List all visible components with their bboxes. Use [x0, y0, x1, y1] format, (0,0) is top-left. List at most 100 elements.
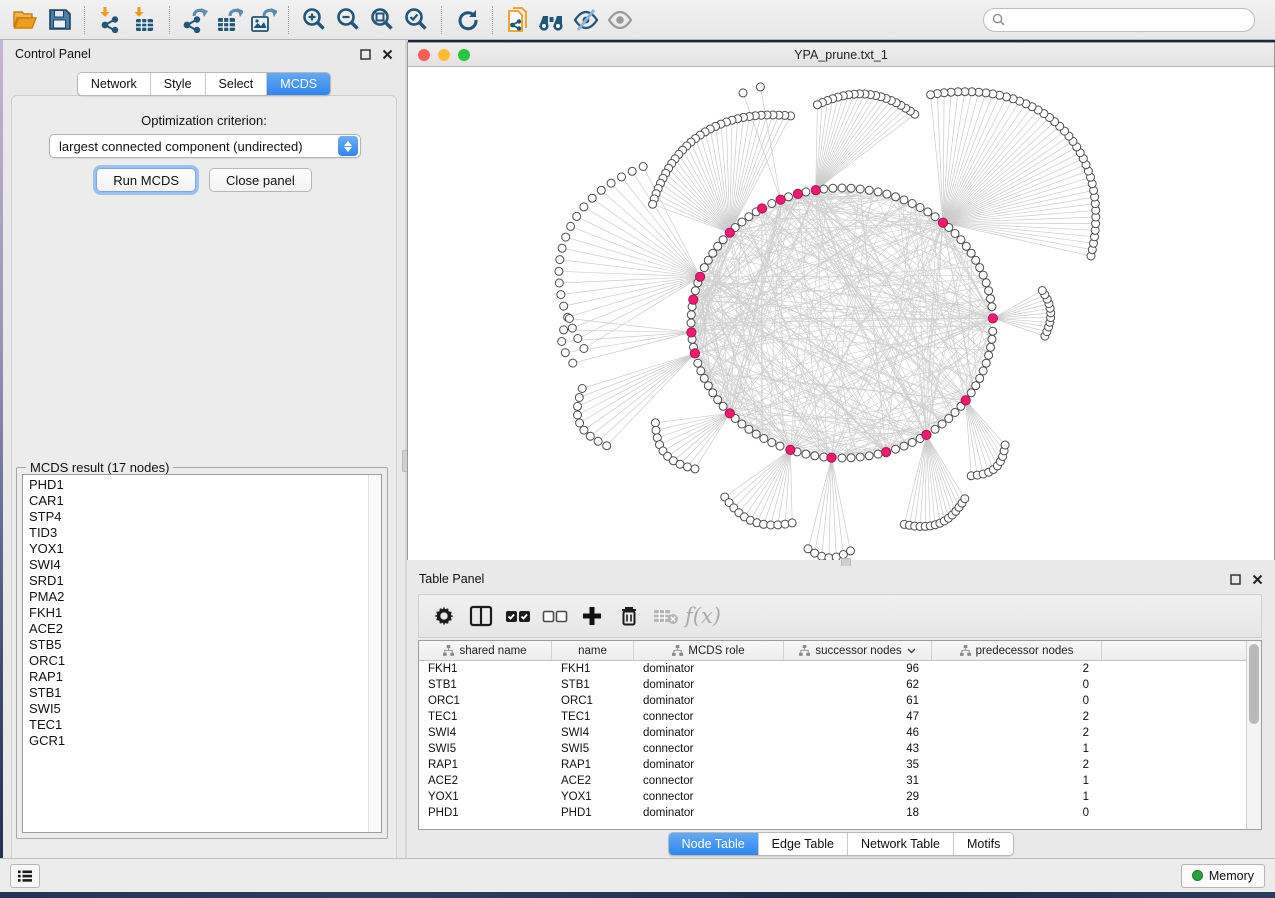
table-cell[interactable]: 61 — [784, 693, 932, 709]
mcds-result-item[interactable]: TID3 — [29, 525, 368, 541]
close-panel-button[interactable]: Close panel — [209, 168, 312, 192]
table-cell[interactable]: SWI5 — [552, 741, 634, 757]
table-cell[interactable]: SWI4 — [419, 725, 552, 741]
mcds-result-item[interactable]: SWI4 — [29, 557, 368, 573]
table-cell[interactable]: ORC1 — [419, 693, 552, 709]
mcds-result-item[interactable]: TEC1 — [29, 717, 368, 733]
table-cell[interactable]: 2 — [932, 757, 1102, 773]
memory-button[interactable]: Memory — [1181, 864, 1265, 888]
table-cell[interactable]: 29 — [784, 789, 932, 805]
hide-selected-icon[interactable] — [569, 4, 603, 36]
zoom-selected-icon[interactable] — [399, 4, 433, 36]
run-mcds-button[interactable]: Run MCDS — [96, 168, 196, 192]
table-cell[interactable]: connector — [634, 709, 784, 725]
table-cell[interactable]: 35 — [784, 757, 932, 773]
table-cell[interactable]: TEC1 — [419, 709, 552, 725]
float-panel-icon[interactable] — [359, 48, 371, 60]
first-neighbors-icon[interactable] — [535, 4, 569, 36]
column-header-predecessor-nodes[interactable]: predecessor nodes — [932, 641, 1102, 660]
create-new-column-icon[interactable] — [577, 601, 607, 631]
mcds-result-item[interactable]: SRD1 — [29, 573, 368, 589]
table-row[interactable]: SWI5SWI5connector431 — [419, 741, 1246, 757]
mcds-result-item[interactable]: CAR1 — [29, 493, 368, 509]
table-cell[interactable]: 1 — [932, 741, 1102, 757]
table-scrollbar[interactable] — [1246, 641, 1261, 829]
zoom-fit-icon[interactable] — [365, 4, 399, 36]
table-cell[interactable]: 2 — [932, 709, 1102, 725]
table-cell[interactable]: dominator — [634, 661, 784, 677]
table-cell[interactable]: 47 — [784, 709, 932, 725]
toggle-split-view-icon[interactable] — [466, 601, 496, 631]
new-network-from-selection-icon[interactable] — [501, 4, 535, 36]
network-canvas[interactable] — [408, 67, 1274, 560]
deselect-all-columns-icon[interactable] — [540, 601, 570, 631]
tab-node-table[interactable]: Node Table — [669, 833, 759, 855]
table-cell[interactable]: YOX1 — [552, 789, 634, 805]
table-cell[interactable]: ACE2 — [419, 773, 552, 789]
table-cell[interactable]: 0 — [932, 693, 1102, 709]
mcds-result-item[interactable]: STB5 — [29, 637, 368, 653]
table-cell[interactable]: dominator — [634, 725, 784, 741]
table-cell[interactable]: STB1 — [552, 677, 634, 693]
table-cell[interactable]: 0 — [932, 805, 1102, 821]
column-header-mcds-role[interactable]: MCDS role — [634, 641, 784, 660]
mcds-result-item[interactable]: SWI5 — [29, 701, 368, 717]
table-cell[interactable]: 0 — [932, 677, 1102, 693]
column-header-successor-nodes[interactable]: successor nodes — [784, 641, 932, 660]
mcds-result-item[interactable]: FKH1 — [29, 605, 368, 621]
scrollbar-thumb[interactable] — [1249, 644, 1259, 724]
mcds-result-item[interactable]: RAP1 — [29, 669, 368, 685]
mcds-result-item[interactable]: PHD1 — [29, 477, 368, 493]
tab-network[interactable]: Network — [78, 73, 151, 95]
mcds-result-item[interactable]: GCR1 — [29, 733, 368, 749]
table-cell[interactable]: 1 — [932, 789, 1102, 805]
tab-select[interactable]: Select — [206, 73, 268, 95]
table-cell[interactable]: connector — [634, 789, 784, 805]
table-cell[interactable]: FKH1 — [419, 661, 552, 677]
export-network-icon[interactable] — [178, 4, 212, 36]
table-cell[interactable]: YOX1 — [419, 789, 552, 805]
mcds-list-scrollbar[interactable] — [368, 475, 381, 832]
table-cell[interactable]: dominator — [634, 693, 784, 709]
tab-motifs[interactable]: Motifs — [954, 833, 1013, 855]
table-cell[interactable]: SWI5 — [419, 741, 552, 757]
show-panel-menu-button[interactable] — [10, 864, 40, 888]
table-cell[interactable]: SWI4 — [552, 725, 634, 741]
select-all-columns-icon[interactable] — [503, 601, 533, 631]
table-cell[interactable]: RAP1 — [552, 757, 634, 773]
delete-columns-icon[interactable] — [614, 601, 644, 631]
search-box[interactable] — [983, 8, 1255, 32]
table-cell[interactable]: 46 — [784, 725, 932, 741]
optimization-criterion-select[interactable]: largest connected component (undirected) — [49, 134, 361, 158]
table-cell[interactable]: connector — [634, 741, 784, 757]
export-image-icon[interactable] — [246, 4, 280, 36]
table-row[interactable]: SWI4SWI4dominator462 — [419, 725, 1246, 741]
column-header-name[interactable]: name — [552, 641, 634, 660]
table-cell[interactable]: dominator — [634, 805, 784, 821]
table-row[interactable]: YOX1YOX1connector291 — [419, 789, 1246, 805]
table-row[interactable]: RAP1RAP1dominator352 — [419, 757, 1246, 773]
table-row[interactable]: TEC1TEC1connector472 — [419, 709, 1246, 725]
table-row[interactable]: FKH1FKH1dominator962 — [419, 661, 1246, 677]
table-cell[interactable]: ORC1 — [552, 693, 634, 709]
mcds-result-item[interactable]: ACE2 — [29, 621, 368, 637]
import-table-icon[interactable] — [127, 4, 161, 36]
table-cell[interactable]: dominator — [634, 677, 784, 693]
zoom-in-icon[interactable] — [297, 4, 331, 36]
table-cell[interactable]: STB1 — [419, 677, 552, 693]
close-panel-icon[interactable] — [1251, 573, 1263, 585]
tab-style[interactable]: Style — [151, 73, 206, 95]
mcds-result-item[interactable]: YOX1 — [29, 541, 368, 557]
export-table-icon[interactable] — [212, 4, 246, 36]
table-cell[interactable]: ACE2 — [552, 773, 634, 789]
mcds-result-item[interactable]: ORC1 — [29, 653, 368, 669]
table-row[interactable]: PHD1PHD1dominator180 — [419, 805, 1246, 821]
mcds-result-item[interactable]: STB1 — [29, 685, 368, 701]
save-session-icon[interactable] — [42, 4, 76, 36]
float-panel-icon[interactable] — [1229, 573, 1241, 585]
table-cell[interactable]: 31 — [784, 773, 932, 789]
table-cell[interactable]: RAP1 — [419, 757, 552, 773]
search-input[interactable] — [1010, 13, 1246, 27]
table-cell[interactable]: 2 — [932, 661, 1102, 677]
table-cell[interactable]: 2 — [932, 725, 1102, 741]
